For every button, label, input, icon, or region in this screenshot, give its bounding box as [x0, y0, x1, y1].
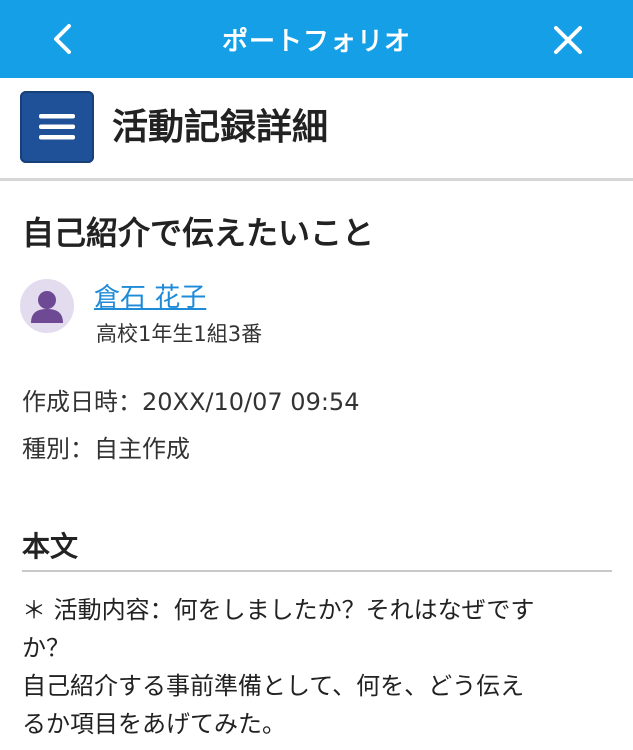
created-datetime: 作成日時：20XX/10/07 09:54: [22, 388, 360, 416]
entry-type: 種別：自主作成: [22, 435, 190, 463]
author-class: 高校1年生1組3番: [96, 322, 263, 346]
body-heading: 本文: [22, 530, 79, 563]
body-line: ＊ 活動内容：何をしましたか？それはなぜです: [22, 596, 535, 624]
body-line: るか項目をあげてみた。: [22, 710, 286, 738]
body-line: 自己紹介する事前準備として、何を、どう伝え: [22, 672, 525, 700]
page-header: 活動記録詳細: [0, 78, 633, 181]
entry-title: 自己紹介で伝えたいこと: [22, 214, 375, 252]
body-text: ＊ 活動内容：何をしましたか？それはなぜです か？ 自己紹介する事前準備として、…: [22, 591, 612, 743]
menu-button[interactable]: [20, 91, 94, 163]
author-name-link[interactable]: 倉石 花子: [94, 277, 206, 314]
app-title: ポートフォリオ: [221, 26, 411, 57]
divider: [22, 570, 612, 572]
avatar: [20, 279, 74, 333]
close-button[interactable]: [542, 14, 594, 66]
close-icon: [554, 26, 582, 54]
hamburger-menu-icon: [39, 114, 75, 140]
person-icon: [31, 291, 63, 323]
page-title: 活動記録詳細: [112, 107, 329, 148]
app-bar: ポートフォリオ: [0, 0, 633, 78]
body-line: か？: [22, 634, 70, 662]
